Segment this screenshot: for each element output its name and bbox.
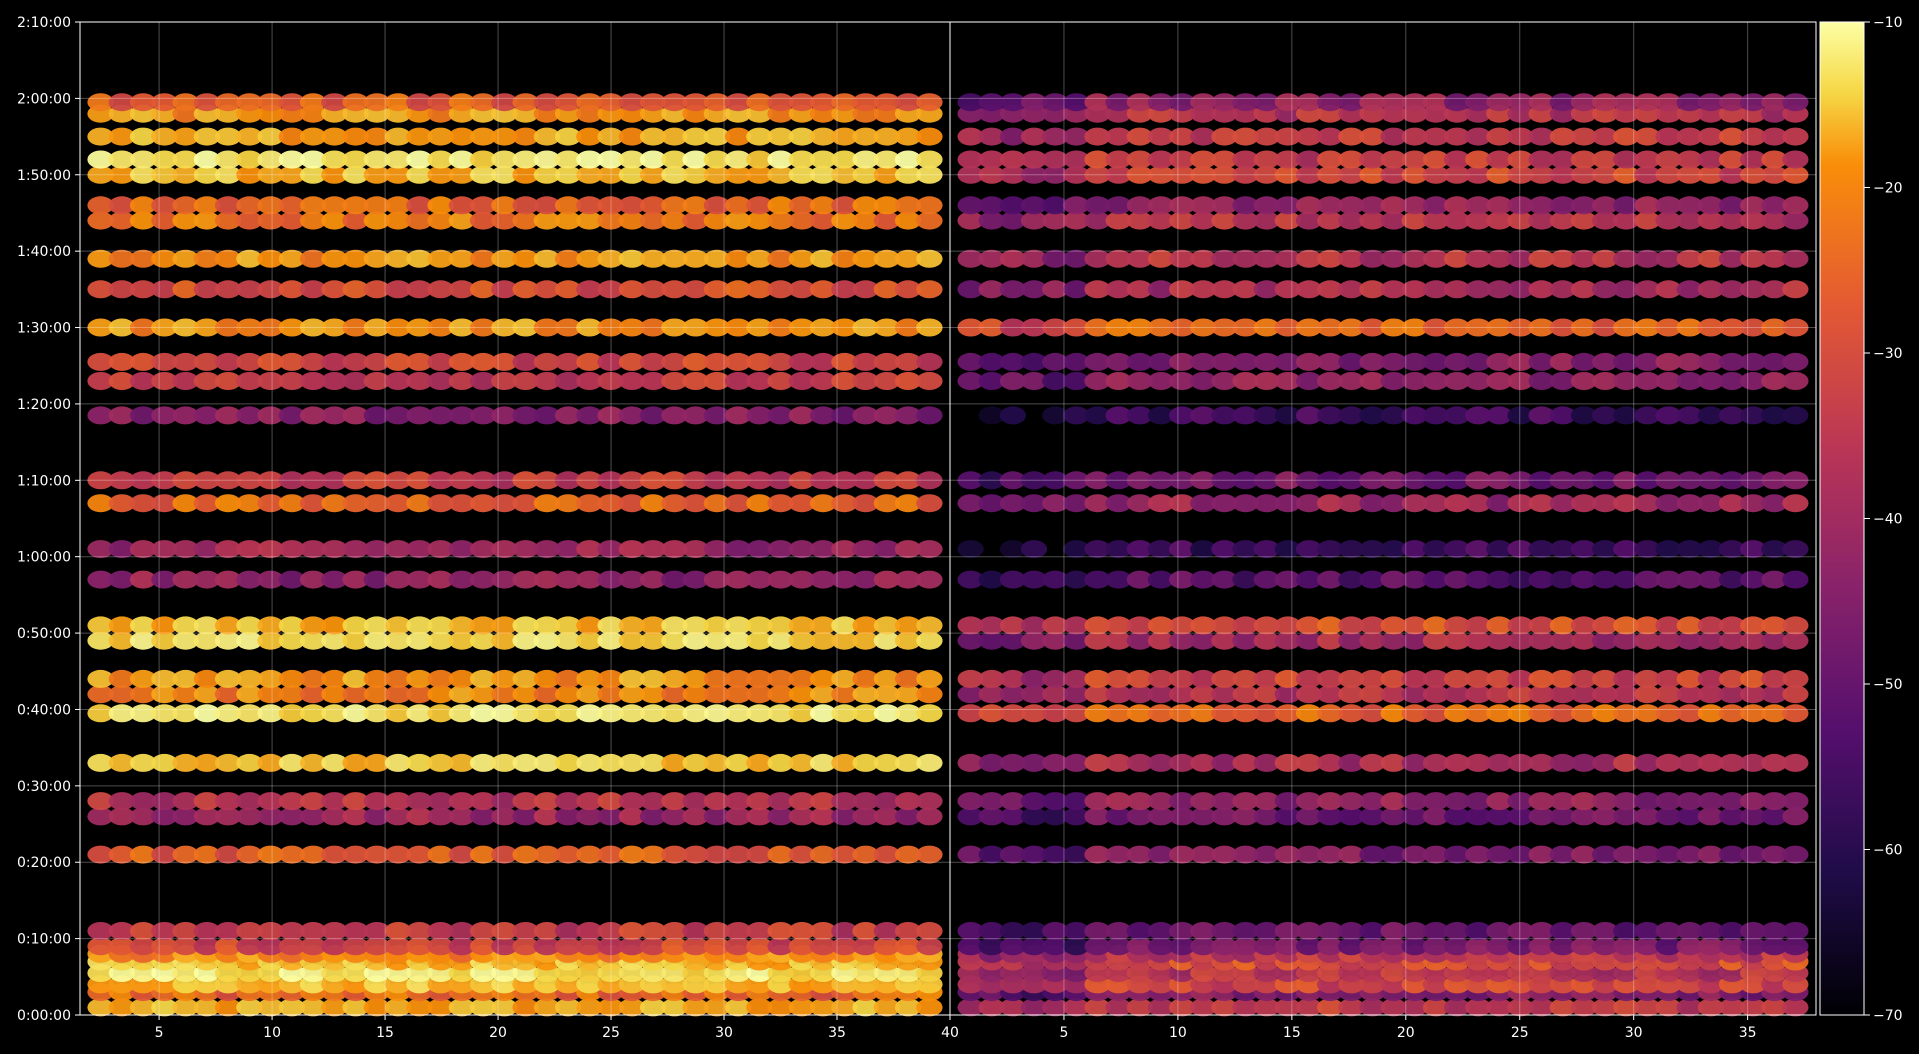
heat-cell [1782,127,1809,146]
heat-cell [1020,540,1048,559]
x-tick-label: 20 [1397,1025,1415,1041]
x-tick-label: 30 [1625,1025,1643,1041]
heat-cell [1782,704,1809,723]
heat-cell [916,845,943,864]
heat-cell [916,494,943,513]
heat-cell [1782,792,1809,811]
x-tick-label: 5 [155,1025,164,1041]
colorbar-tick-label: −70 [1873,1008,1903,1024]
colorbar-tick-label: −10 [1873,15,1903,31]
heat-cell [916,998,943,1017]
heat-cell [916,922,943,940]
x-tick-label: 35 [1739,1025,1757,1041]
heat-cell [916,540,943,559]
x-tick-label: 25 [602,1025,620,1041]
heat-cell [916,669,943,688]
y-tick-label: 2:10:00 [17,15,71,31]
heat-cell [1782,494,1809,513]
heat-cell [916,372,943,390]
colorbar-tick-label: −60 [1873,843,1903,859]
heat-cell [1782,807,1809,826]
heat-cell [999,406,1026,425]
heat-cell [1782,280,1809,299]
heatmap-chart: 0:00:00 0:10:00 0:20:00 0:30:00 0:40:00 0:50:… [17,15,1903,1041]
x-tick-label: 15 [376,1025,394,1041]
heat-cell [1782,570,1809,589]
y-tick-label: 0:20:00 [17,855,71,871]
x-tick-label: 35 [828,1025,846,1041]
heat-cell [1782,150,1809,169]
heat-cell [1782,845,1809,864]
y-tick-label: 1:50:00 [17,168,71,184]
heat-cell [916,127,943,146]
heat-cell [1782,249,1809,268]
y-tick-label: 0:00:00 [17,1008,71,1024]
heat-cell [957,540,984,559]
heat-cell [916,352,943,371]
y-tick-label: 1:10:00 [17,473,71,489]
x-tick-label: 15 [1283,1025,1301,1041]
colorbar: −70 −60 −50 −40 −30 −20 −10 [1819,15,1903,1024]
heat-cell [1782,352,1809,371]
heat-cell [916,196,943,215]
heat-cell [1782,406,1809,425]
y-tick-label: 1:20:00 [17,397,71,413]
colorbar-tick-label: −40 [1873,512,1903,528]
heat-cell [1782,196,1809,215]
heat-cell [916,792,943,811]
heat-cell [916,807,943,826]
plot-area [87,93,1809,1017]
x-tick-label: 10 [1169,1025,1187,1041]
heat-cell [1782,669,1809,688]
x-tick-label: 30 [715,1025,733,1041]
y-tick-label: 1:30:00 [17,321,71,337]
heat-cell [1782,998,1809,1017]
heat-cell [916,704,943,723]
y-tick-label: 0:30:00 [17,779,71,795]
heat-cell [916,93,943,112]
x-tick-label: 40 [941,1025,959,1041]
heat-cell [916,249,943,268]
heat-cell [916,406,943,425]
heat-cell [916,753,943,772]
heat-cell [1782,616,1809,635]
colorbar-tick-label: −20 [1873,181,1903,197]
heat-cell [1782,372,1809,390]
y-tick-label: 1:00:00 [17,550,71,566]
x-tick-label: 10 [263,1025,281,1041]
heat-cell [916,150,943,169]
colorbar-tick-label: −50 [1873,677,1903,693]
heat-cell [916,280,943,299]
y-tick-label: 1:40:00 [17,244,71,260]
x-tick-label: 25 [1511,1025,1529,1041]
y-tick-label: 2:00:00 [17,91,71,107]
y-tick-label: 0:10:00 [17,932,71,948]
y-tick-label: 0:40:00 [17,702,71,718]
x-tick-label: 20 [489,1025,507,1041]
heat-cell [1782,753,1809,772]
heat-cell [916,570,943,589]
y-tick-label: 0:50:00 [17,626,71,642]
heat-cell [1782,922,1809,940]
x-tick-label: 5 [1059,1025,1068,1041]
heat-cell [1782,93,1809,112]
colorbar-gradient [1819,21,1865,1016]
heat-cell [1782,540,1809,559]
heat-cell [916,616,943,635]
colorbar-tick-label: −30 [1873,346,1903,362]
